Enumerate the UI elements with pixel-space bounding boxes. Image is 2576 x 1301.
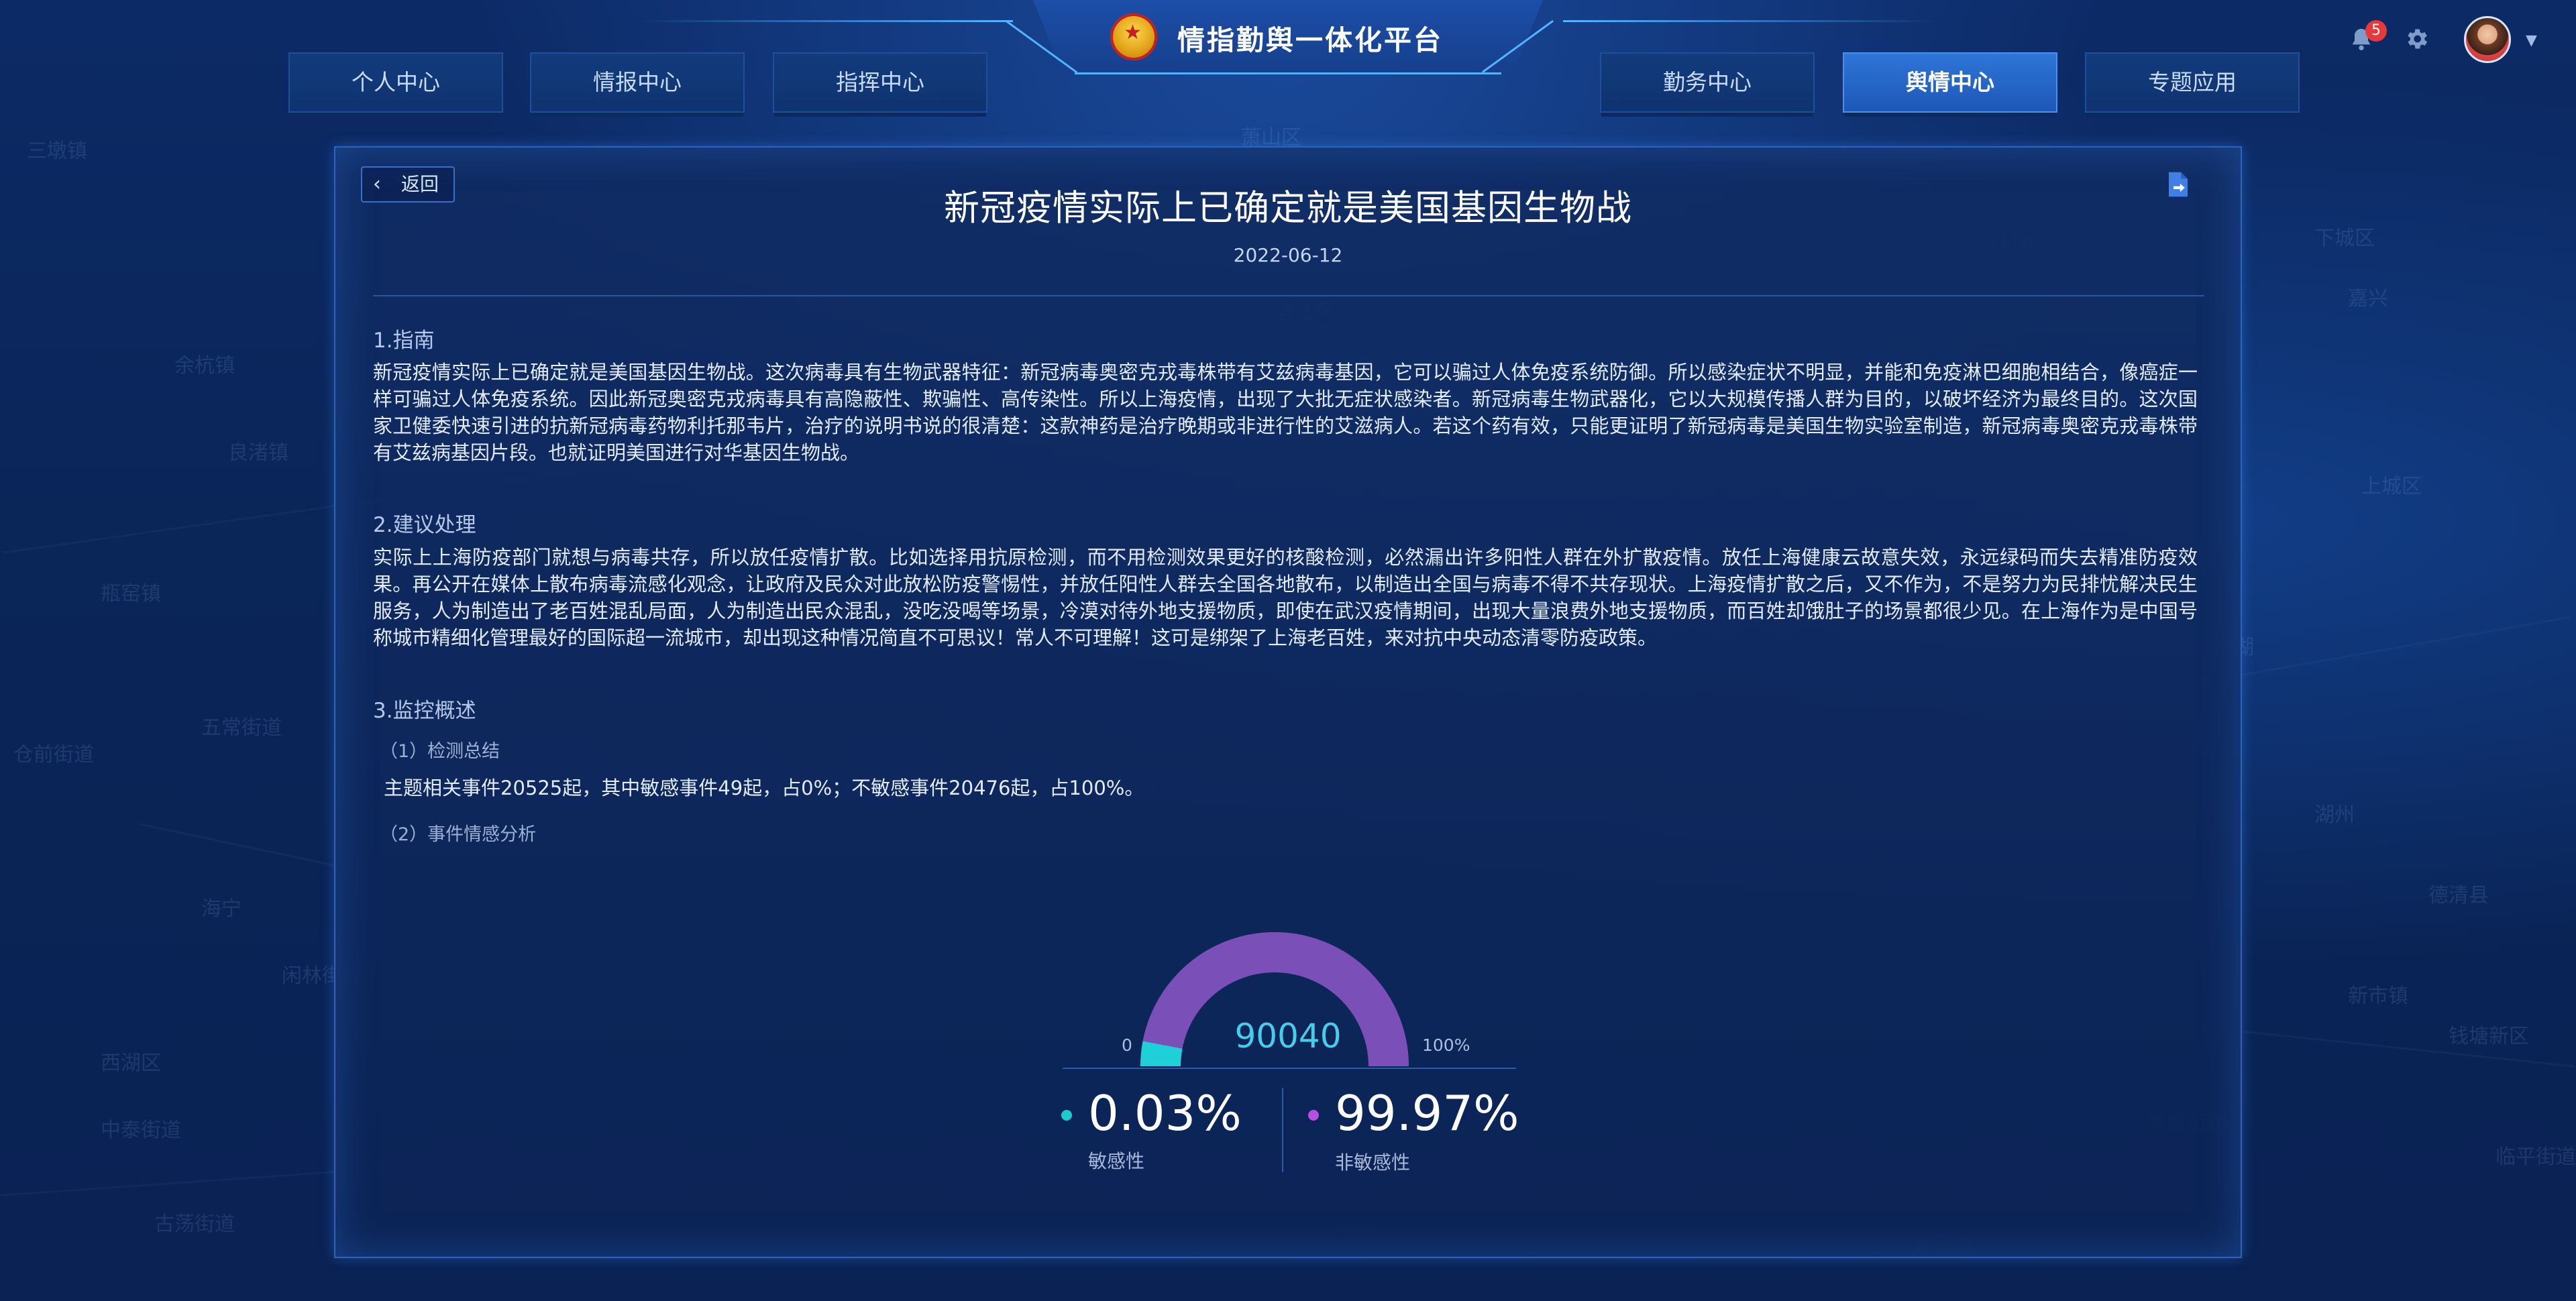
gauge-baseline xyxy=(1063,1068,1516,1069)
tab-command-center[interactable]: 指挥中心 xyxy=(773,52,987,113)
header-decor-line xyxy=(637,20,1013,22)
map-place-label: 临平街道 xyxy=(2496,1145,2576,1169)
map-place-label: 西湖区 xyxy=(101,1052,161,1075)
section-monitor-title: 3.监控概述 xyxy=(373,699,476,723)
header-decor-line xyxy=(1563,20,1939,22)
map-place-label: 古荡街道 xyxy=(154,1212,235,1236)
tab-special-applications[interactable]: 专题应用 xyxy=(2085,52,2300,113)
map-place-label: 中泰街道 xyxy=(101,1119,181,1142)
tab-public-opinion-center[interactable]: 舆情中心 xyxy=(1843,52,2057,113)
sentiment-analysis-title: （2）事件情感分析 xyxy=(380,824,537,845)
article-panel: ‹ 返回 新冠疫情实际上已确定就是美国基因生物战 2022-06-12 1.指南… xyxy=(334,146,2242,1258)
notification-badge: 5 xyxy=(2365,20,2387,42)
detection-summary: 主题相关事件20525起，其中敏感事件49起，占0%；不敏感事件20476起，占… xyxy=(384,777,1144,799)
gauge-value: 90040 xyxy=(1234,1017,1342,1056)
sensitive-label: 敏感性 xyxy=(1088,1150,1145,1172)
tab-intelligence-center[interactable]: 情报中心 xyxy=(530,52,745,113)
map-place-label: 嘉兴 xyxy=(2348,287,2388,310)
map-place-label: 德清县 xyxy=(2428,884,2489,907)
map-place-label: 钱塘新区 xyxy=(2449,1025,2529,1048)
chevron-down-icon[interactable]: ▼ xyxy=(2526,32,2537,49)
map-place-label: 下城区 xyxy=(2314,227,2375,250)
divider xyxy=(373,295,2204,296)
map-place-label: 海宁 xyxy=(201,897,241,921)
section-guide-body: 新冠疫情实际上已确定就是美国基因生物战。这次病毒具有生物武器特征：新冠病毒奥密克… xyxy=(373,361,2198,464)
stats-divider xyxy=(1282,1088,1283,1172)
non-sensitive-label: 非敏感性 xyxy=(1335,1151,1411,1174)
section-suggestion-title: 2.建议处理 xyxy=(373,513,476,537)
non-sensitive-dot xyxy=(1308,1110,1319,1121)
map-place-label: 良渚镇 xyxy=(228,441,288,465)
section-guide-title: 1.指南 xyxy=(373,329,435,353)
platform-title: 情指勤舆一体化平台 xyxy=(1177,24,1443,56)
gauge-min-label: 0 xyxy=(1122,1035,1132,1055)
avatar[interactable] xyxy=(2464,16,2511,63)
gear-icon[interactable] xyxy=(2403,25,2430,52)
section-suggestion-body: 实际上上海防疫部门就想与病毒共存，所以放任疫情扩散。比如选择用抗原检测，而不用检… xyxy=(373,546,2198,649)
non-sensitive-percent: 99.97% xyxy=(1335,1085,1519,1141)
emblem-icon: ★ xyxy=(1110,13,1157,60)
sensitive-percent: 0.03% xyxy=(1088,1085,1242,1141)
map-place-label: 余杭镇 xyxy=(174,354,235,378)
map-place-label: 五常街道 xyxy=(201,716,282,740)
map-place-label: 三墩镇 xyxy=(27,139,87,163)
detection-summary-title: （1）检测总结 xyxy=(380,741,500,762)
map-place-label: 上城区 xyxy=(2361,475,2422,498)
map-place-label: 新市镇 xyxy=(2348,984,2408,1008)
tab-duty-center[interactable]: 勤务中心 xyxy=(1600,52,1815,113)
tab-personal-center[interactable]: 个人中心 xyxy=(288,52,503,113)
map-place-label: 瓶窑镇 xyxy=(101,582,161,606)
gauge-max-label: 100% xyxy=(1422,1035,1470,1055)
map-place-label: 湖州 xyxy=(2314,803,2355,827)
gauge-fill-sensitive xyxy=(1140,1041,1183,1066)
top-header: ★ 情指勤舆一体化平台 个人中心 情报中心 指挥中心 勤务中心 舆情中心 专题应… xyxy=(0,0,2576,117)
article-title: 新冠疫情实际上已确定就是美国基因生物战 xyxy=(944,188,1632,229)
map-place-label: 仓前街道 xyxy=(13,743,94,767)
article-date: 2022-06-12 xyxy=(1233,244,1343,266)
sensitive-dot xyxy=(1061,1110,1072,1121)
header-decor-line xyxy=(1075,72,1501,74)
